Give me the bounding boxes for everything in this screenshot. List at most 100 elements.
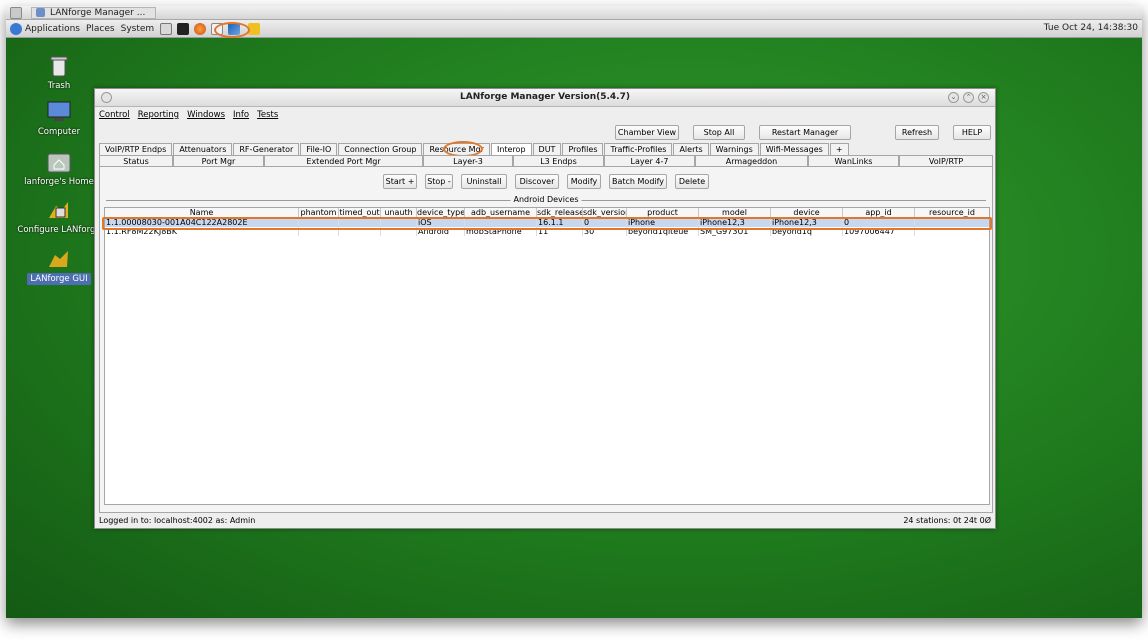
- cell-sdk-release: 11: [537, 227, 583, 236]
- chamber-view-button[interactable]: Chamber View: [615, 125, 679, 140]
- tab-layer-3[interactable]: Layer-3: [423, 155, 513, 166]
- taskbar-window-button[interactable]: LANforge Manager ...: [31, 6, 157, 19]
- configure-lanforge-icon: [49, 202, 68, 218]
- cell-phantom: [299, 227, 339, 236]
- wireshark-icon[interactable]: [228, 22, 241, 35]
- uninstall-button[interactable]: Uninstall: [461, 174, 507, 189]
- delete-button[interactable]: Delete: [675, 174, 709, 189]
- interop-panel: Start + Stop - Uninstall Discover Modify…: [99, 166, 993, 513]
- tab-wifi-messages[interactable]: Wifi-Messages: [759, 143, 829, 155]
- tab-warnings[interactable]: Warnings: [709, 143, 759, 155]
- desktop-icon-home[interactable]: lanforge's Home: [14, 150, 104, 187]
- tab-l3-endps[interactable]: L3 Endps: [513, 155, 604, 166]
- col-name[interactable]: Name: [105, 208, 299, 217]
- applications-icon: [10, 22, 22, 35]
- col-model[interactable]: model: [699, 208, 771, 217]
- cell-device-type: Android: [417, 227, 465, 236]
- tab-rf-generator[interactable]: RF-Generator: [233, 143, 300, 155]
- refresh-button[interactable]: Refresh: [895, 125, 939, 140]
- desktop-icon-lanforge-gui[interactable]: LANforge GUI: [14, 246, 104, 285]
- discover-button[interactable]: Discover: [515, 174, 559, 189]
- col-product[interactable]: product: [627, 208, 699, 217]
- terminal-icon[interactable]: [177, 22, 190, 35]
- col-unauth[interactable]: unauth: [381, 208, 417, 217]
- tab-armageddon[interactable]: Armageddon: [695, 155, 808, 166]
- tab-wanlinks[interactable]: WanLinks: [808, 155, 899, 166]
- cell-sdk-version: 30: [583, 227, 627, 236]
- menu-windows[interactable]: Windows: [187, 110, 225, 120]
- lanforge-window-icon: [36, 8, 45, 17]
- window-titlebar[interactable]: LANforge Manager Version(5.4.7) ⌄ ⌃ ×: [95, 89, 995, 107]
- tab-resource-mgr[interactable]: Resource Mgr: [423, 143, 490, 155]
- tab-row-1: VoIP/RTP Endps Attenuators RF-Generator …: [99, 143, 850, 155]
- tab-port-mgr[interactable]: Port Mgr: [173, 155, 264, 166]
- tab-layer-4-7[interactable]: Layer 4-7: [604, 155, 695, 166]
- cell-product: beyond1qlteue: [627, 227, 699, 236]
- cell-model: iPhone12,3: [699, 218, 771, 227]
- batch-modify-button[interactable]: Batch Modify: [609, 174, 667, 189]
- panel-menu-system[interactable]: System: [121, 24, 155, 34]
- tab-interop[interactable]: Interop: [490, 143, 532, 155]
- table-header: Name phantom timed_out unauth device_typ…: [105, 208, 989, 218]
- desktop-icon-trash[interactable]: Trash: [14, 54, 104, 91]
- lanforge-gui-launcher-icon[interactable]: [248, 22, 261, 35]
- desktop-screen: LANforge Manager ... Applications Places…: [6, 6, 1142, 618]
- menu-control[interactable]: Control: [99, 110, 130, 120]
- cell-resource-id: [915, 227, 989, 236]
- col-phantom[interactable]: phantom: [299, 208, 339, 217]
- desktop-icon-label: LANforge GUI: [27, 273, 91, 285]
- modify-button[interactable]: Modify: [567, 174, 601, 189]
- cell-resource-id: [915, 218, 989, 227]
- stop-all-button[interactable]: Stop All: [693, 125, 745, 140]
- tab-traffic-profiles[interactable]: Traffic-Profiles: [604, 143, 673, 155]
- table-row[interactable]: 1.1.00008030-001A04C122A2802E iOS 16.1.1…: [105, 218, 989, 227]
- table-row[interactable]: 1.1.RF8M22KJ8BK Android mobStaPhone 11 3…: [105, 227, 989, 236]
- cell-product: iPhone: [627, 218, 699, 227]
- desktop-icon-label: Computer: [37, 127, 81, 137]
- tab-file-io[interactable]: File-IO: [300, 143, 338, 155]
- show-desktop-icon[interactable]: [10, 6, 22, 19]
- file-manager-icon[interactable]: [160, 22, 173, 35]
- stop-button[interactable]: Stop -: [425, 174, 453, 189]
- col-timed-out[interactable]: timed_out: [339, 208, 381, 217]
- col-sdk-release[interactable]: sdk_release: [537, 208, 583, 217]
- start-button[interactable]: Start +: [383, 174, 417, 189]
- panel-menu-places[interactable]: Places: [86, 24, 115, 34]
- menu-tests[interactable]: Tests: [257, 110, 278, 120]
- firefox-icon[interactable]: [194, 22, 207, 35]
- tab-row-2: Status Port Mgr Extended Port Mgr Layer-…: [99, 155, 993, 166]
- menu-info[interactable]: Info: [233, 110, 249, 120]
- col-device[interactable]: device: [771, 208, 843, 217]
- col-adb-username[interactable]: adb_username: [465, 208, 537, 217]
- tab-alerts[interactable]: Alerts: [673, 143, 709, 155]
- cell-name: 1.1.RF8M22KJ8BK: [105, 227, 299, 236]
- tab-connection-group[interactable]: Connection Group: [338, 143, 423, 155]
- col-app-id[interactable]: app_id: [843, 208, 915, 217]
- desktop-icon-configure[interactable]: Configure LANforge: [14, 198, 104, 235]
- col-sdk-version[interactable]: sdk_version: [583, 208, 627, 217]
- tab-extended-port-mgr[interactable]: Extended Port Mgr: [264, 155, 423, 166]
- tab-add[interactable]: +: [829, 143, 849, 155]
- col-device-type[interactable]: device_type: [417, 208, 465, 217]
- text-editor-icon[interactable]: [211, 22, 224, 35]
- close-icon[interactable]: ×: [978, 92, 989, 103]
- tab-voip-rtp-endps[interactable]: VoIP/RTP Endps: [99, 143, 173, 155]
- help-button[interactable]: HELP: [953, 125, 991, 140]
- minimize-icon[interactable]: ⌄: [948, 92, 959, 103]
- restart-manager-button[interactable]: Restart Manager: [759, 125, 851, 140]
- desktop-icon-computer[interactable]: Computer: [14, 100, 104, 137]
- cell-name: 1.1.00008030-001A04C122A2802E: [105, 218, 299, 227]
- col-resource-id[interactable]: resource_id: [915, 208, 989, 217]
- panel-menu-applications[interactable]: Applications: [25, 24, 80, 34]
- menu-reporting[interactable]: Reporting: [138, 110, 179, 120]
- tab-voip-rtp[interactable]: VoIP/RTP: [899, 155, 993, 166]
- cell-unauth: [381, 218, 417, 227]
- maximize-icon[interactable]: ⌃: [963, 92, 974, 103]
- tab-dut[interactable]: DUT: [532, 143, 562, 155]
- tab-attenuators[interactable]: Attenuators: [173, 143, 233, 155]
- lanforge-gui-icon: [49, 251, 68, 267]
- tab-profiles[interactable]: Profiles: [562, 143, 604, 155]
- cell-device: iPhone12,3: [771, 218, 843, 227]
- top-button-row: Chamber View Stop All Restart Manager Re…: [615, 125, 991, 140]
- tab-status[interactable]: Status: [99, 155, 173, 166]
